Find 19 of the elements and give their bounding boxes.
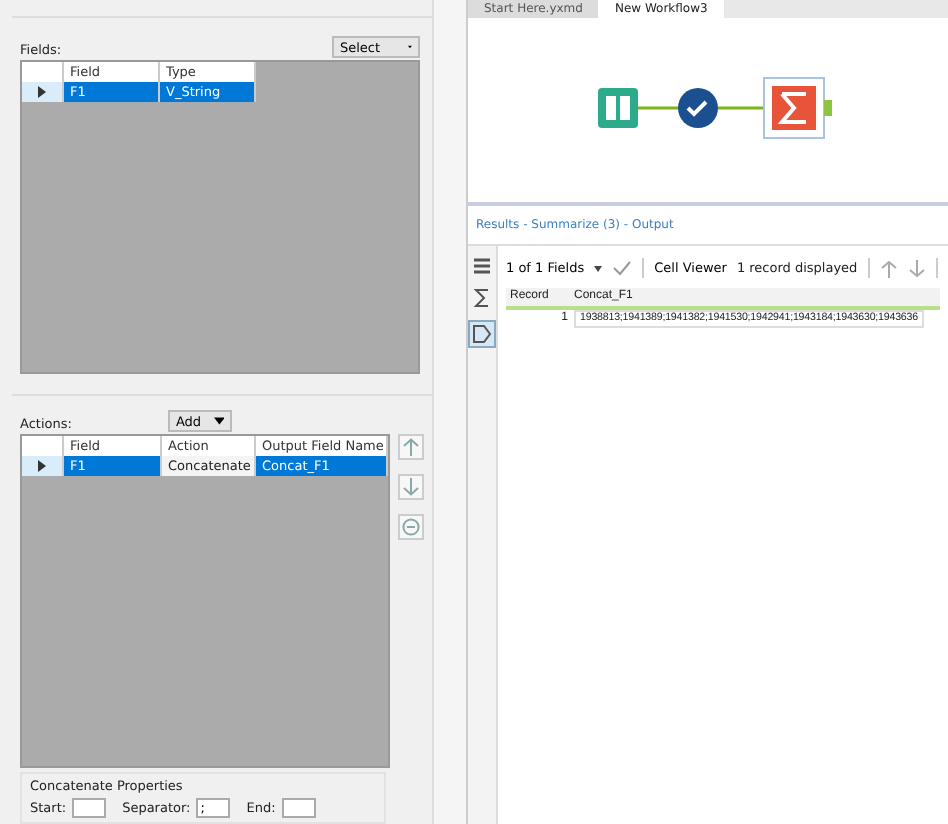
list-icon[interactable]: [472, 256, 492, 276]
row-pointer-icon: [38, 460, 46, 472]
start-field[interactable]: [72, 798, 107, 818]
connector-line: [638, 106, 678, 110]
sigma-icon[interactable]: [763, 77, 832, 139]
arrow-down-icon[interactable]: [907, 259, 926, 277]
connector-line: [718, 106, 764, 110]
checkmark-icon[interactable]: [678, 88, 718, 128]
end-field[interactable]: [281, 798, 316, 818]
move-up-button[interactable]: [398, 434, 424, 460]
checkmark-icon[interactable]: [612, 260, 633, 276]
sigma-icon[interactable]: [472, 288, 492, 308]
remove-button[interactable]: [398, 514, 424, 540]
row-pointer-icon: [38, 86, 46, 98]
caret-icon: [594, 265, 603, 271]
caret-icon: [213, 416, 224, 426]
move-down-button[interactable]: [398, 474, 424, 500]
arrow-up-icon[interactable]: [879, 259, 898, 277]
tag-icon[interactable]: [468, 320, 496, 348]
